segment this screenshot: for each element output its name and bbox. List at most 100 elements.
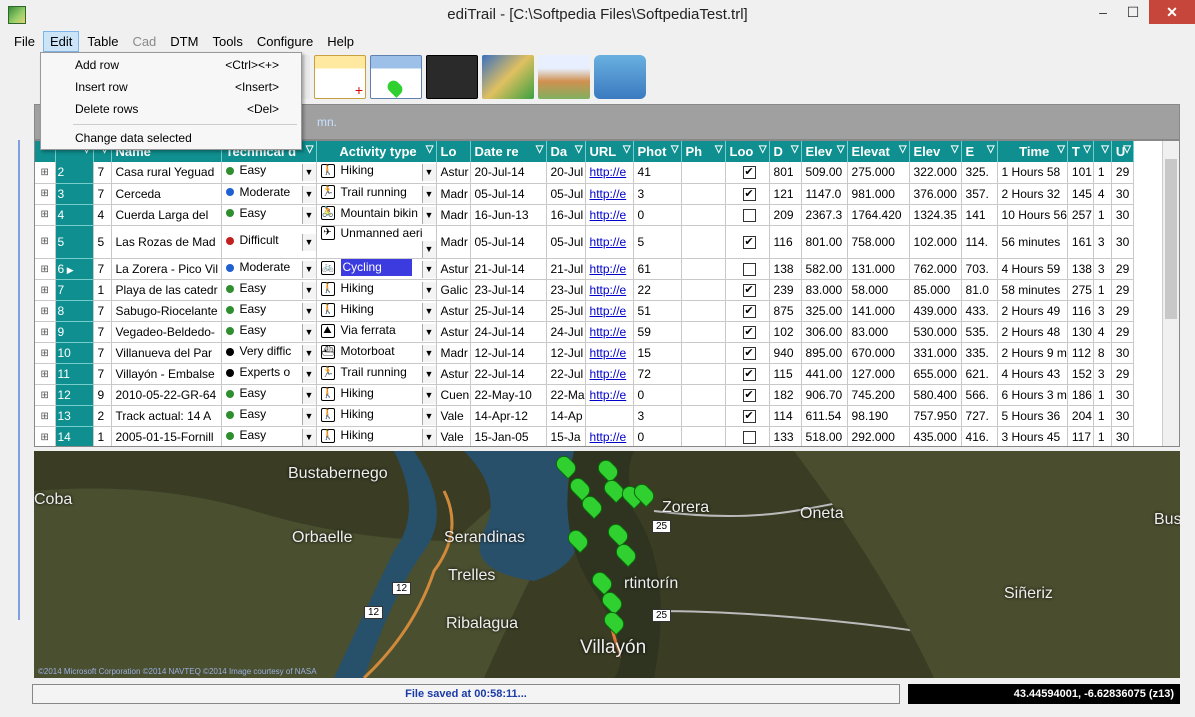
table-vertical-scrollbar[interactable] — [1162, 141, 1179, 446]
cell-c1[interactable]: 3 — [1093, 225, 1112, 260]
cell-elevat[interactable]: 83.000 — [847, 321, 910, 344]
cell-da[interactable]: 22-Ma — [546, 384, 586, 407]
cell-url-link[interactable]: http://e — [585, 204, 634, 226]
cell-photos[interactable]: 0 — [633, 384, 682, 407]
elevation-profile-icon[interactable] — [538, 55, 590, 99]
cell-url-link[interactable]: http://e — [585, 342, 634, 365]
loop-checkbox[interactable]: ✔ — [742, 326, 756, 340]
cell-u[interactable]: 30 — [1111, 183, 1134, 205]
cell-elevat[interactable]: 141.000 — [847, 300, 910, 323]
cell-ph[interactable] — [681, 321, 726, 344]
cell-e[interactable]: 141 — [961, 204, 998, 226]
cell-url-link[interactable]: http://e — [585, 258, 634, 281]
row-index[interactable]: 10 — [55, 342, 94, 365]
close-button[interactable]: ✕ — [1149, 0, 1195, 24]
cell-technical[interactable]: Moderate ▼ — [221, 258, 317, 281]
cell-name[interactable]: Track actual: 14 A — [111, 405, 222, 428]
row-index[interactable]: 6 ▶ — [55, 258, 94, 281]
menu-cad[interactable]: Cad — [126, 32, 162, 51]
dropdown-arrow-icon[interactable]: ▼ — [301, 164, 315, 182]
cell-elev2[interactable]: 762.000 — [909, 258, 962, 281]
cell-url-link[interactable]: http://e — [585, 183, 634, 205]
cell-technical[interactable]: Easy ▼ — [221, 384, 317, 407]
expand-row-icon[interactable]: ⊞ — [35, 162, 56, 184]
col-time[interactable]: Time ▽ — [997, 141, 1068, 162]
cell-loop[interactable]: ✔ — [725, 279, 770, 302]
cell-date[interactable]: 15-Jan-05 — [470, 426, 547, 446]
loop-checkbox[interactable]: ✔ — [742, 368, 756, 382]
cell-elev[interactable]: 509.00 — [801, 162, 848, 184]
menu-file[interactable]: File — [8, 32, 41, 51]
cell-elevat[interactable]: 292.000 — [847, 426, 910, 446]
cell-u[interactable]: 30 — [1111, 204, 1134, 226]
col-url[interactable]: URL ▽ — [585, 141, 634, 162]
cell-photos[interactable]: 72 — [633, 363, 682, 386]
table-row[interactable]: ⊞ 5 5 Las Rozas de Mad Difficult ▼ ✈ Unmanned a… — [35, 225, 1134, 260]
cell-location[interactable]: Galic — [436, 279, 471, 302]
col-date[interactable]: Date re ▽ — [470, 141, 547, 162]
cell-loop[interactable] — [725, 204, 770, 226]
cell-distance[interactable]: 102 — [769, 321, 802, 344]
cell-da[interactable]: 24-Jul — [546, 321, 586, 344]
cell-t[interactable]: 257 — [1067, 204, 1094, 226]
cell-t[interactable]: 138 — [1067, 258, 1094, 281]
cell-ph[interactable] — [681, 363, 726, 386]
cell-date[interactable]: 16-Jun-13 — [470, 204, 547, 226]
dropdown-arrow-icon[interactable]: ▼ — [301, 282, 315, 300]
cell-ph[interactable] — [681, 342, 726, 365]
cell-name[interactable]: Cerceda — [111, 183, 222, 205]
cell-location[interactable]: Madr — [436, 183, 471, 205]
col-ph[interactable]: Ph ▽ — [681, 141, 726, 162]
loop-checkbox[interactable]: ✔ — [742, 166, 756, 180]
cell-time[interactable]: 6 Hours 3 m — [997, 384, 1068, 407]
cell-date[interactable]: 05-Jul-14 — [470, 225, 547, 260]
cell-elevat[interactable]: 275.000 — [847, 162, 910, 184]
cell-elev2[interactable]: 757.950 — [909, 405, 962, 428]
loop-checkbox[interactable] — [742, 431, 756, 445]
table-row[interactable]: ⊞ 14 1 2005-01-15-Fornill Easy ▼ 🚶 Hiking ▼ Vale 1… — [35, 426, 1134, 446]
cell-time[interactable]: 2 Hours 48 — [997, 321, 1068, 344]
cell-u[interactable]: 29 — [1111, 162, 1134, 184]
cell-time[interactable]: 4 Hours 43 — [997, 363, 1068, 386]
expand-row-icon[interactable]: ⊞ — [35, 363, 56, 386]
cell-t[interactable]: 152 — [1067, 363, 1094, 386]
cell-location[interactable]: Madr — [436, 204, 471, 226]
loop-checkbox[interactable]: ✔ — [742, 410, 756, 424]
cell-e[interactable]: 703. — [961, 258, 998, 281]
cell-name[interactable]: 2005-01-15-Fornill — [111, 426, 222, 446]
dropdown-arrow-icon[interactable]: ▼ — [421, 408, 435, 426]
expand-row-icon[interactable]: ⊞ — [35, 204, 56, 226]
menu-configure[interactable]: Configure — [251, 32, 319, 51]
cell-name[interactable]: Sabugo-Riocelante — [111, 300, 222, 323]
cell-ph[interactable] — [681, 405, 726, 428]
dropdown-arrow-icon[interactable]: ▼ — [421, 206, 435, 224]
cell-da[interactable]: 21-Jul — [546, 258, 586, 281]
cell-technical[interactable]: Very diffic ▼ — [221, 342, 317, 365]
cell-n[interactable]: 2 — [93, 405, 112, 428]
cell-t[interactable]: 112 — [1067, 342, 1094, 365]
dropdown-arrow-icon[interactable]: ▼ — [421, 303, 435, 321]
cell-t[interactable]: 204 — [1067, 405, 1094, 428]
table-row[interactable]: ⊞ 6 ▶ 7 La Zorera - Pico Vil Moderate ▼ 🚲 Cycli… — [35, 258, 1134, 281]
cell-distance[interactable]: 239 — [769, 279, 802, 302]
cell-ph[interactable] — [681, 300, 726, 323]
cell-c1[interactable]: 4 — [1093, 321, 1112, 344]
cell-url-link[interactable]: http://e — [585, 426, 634, 446]
cell-photos[interactable]: 3 — [633, 405, 682, 428]
cell-photos[interactable]: 0 — [633, 204, 682, 226]
cell-photos[interactable]: 22 — [633, 279, 682, 302]
row-index[interactable]: 14 — [55, 426, 94, 446]
cell-e[interactable]: 325. — [961, 162, 998, 184]
cell-url-link[interactable]: http://e — [585, 162, 634, 184]
cell-elev2[interactable]: 85.000 — [909, 279, 962, 302]
col-elev[interactable]: Elev ▽ — [801, 141, 848, 162]
cell-elev2[interactable]: 376.000 — [909, 183, 962, 205]
cell-activity[interactable]: 🚶 Hiking ▼ — [316, 405, 437, 428]
cell-c1[interactable]: 1 — [1093, 279, 1112, 302]
cell-time[interactable]: 58 minutes — [997, 279, 1068, 302]
cell-da[interactable]: 25-Jul — [546, 300, 586, 323]
expand-row-icon[interactable]: ⊞ — [35, 405, 56, 428]
table-row[interactable]: ⊞ 7 1 Playa de las catedr Easy ▼ 🚶 Hiking ▼ Galic… — [35, 279, 1134, 302]
expand-row-icon[interactable]: ⊞ — [35, 384, 56, 407]
cell-elevat[interactable]: 58.000 — [847, 279, 910, 302]
